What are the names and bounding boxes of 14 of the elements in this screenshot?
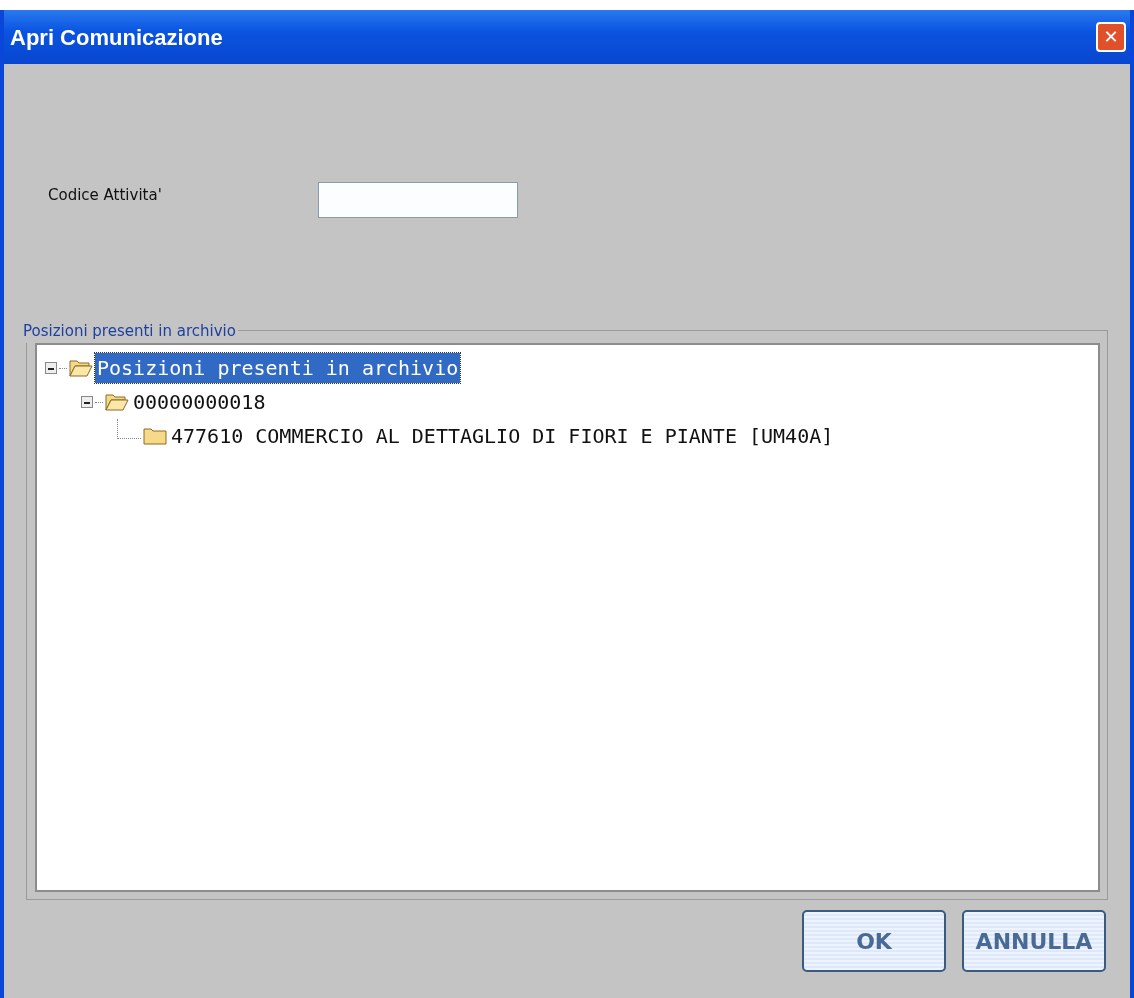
tree-item[interactable]: 00000000018 [131,387,268,417]
cancel-button[interactable]: ANNULLA [962,910,1106,972]
open-folder-icon [69,358,93,378]
window-title: Apri Comunicazione [10,23,223,52]
field-label: Codice Attivita' [48,185,163,206]
close-button[interactable]: ✕ [1096,22,1126,52]
input-field[interactable] [318,182,518,218]
tree-item[interactable]: 477610 COMMERCIO AL DETTAGLIO DI FIORI E PIANTE [UM40A] [169,421,836,451]
tree-item[interactable]: Posizioni presenti in archivio [95,353,461,383]
collapse-toggle[interactable] [45,362,57,374]
folder-icon [143,426,167,446]
open-folder-icon [105,392,129,412]
collapse-toggle[interactable] [81,396,93,408]
ok-button[interactable]: OK [802,910,946,972]
